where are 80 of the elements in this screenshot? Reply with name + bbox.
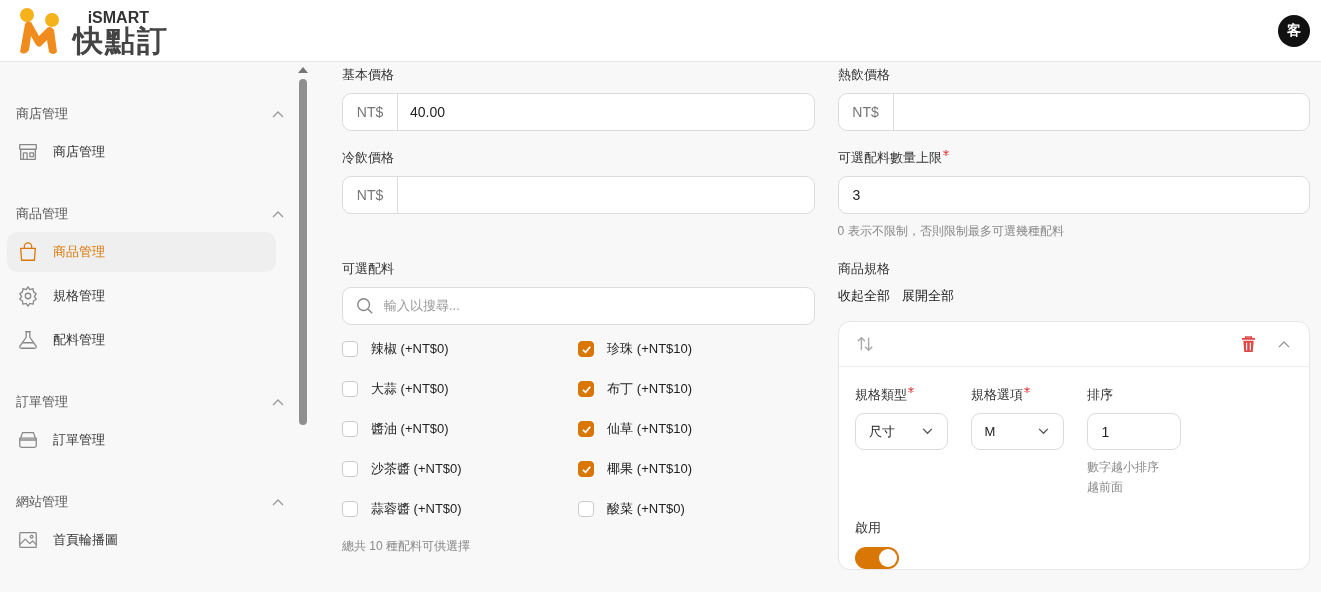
required-asterisk-icon [907,387,914,393]
dropdown[interactable]: M [970,413,1064,450]
brand-subtitle: iSMART [87,9,149,26]
price-field[interactable]: NT$ [837,93,1310,131]
sort-arrows-icon[interactable] [855,335,874,353]
topping-label[interactable]: 布丁 (+NT$10) [607,380,693,398]
topping-label[interactable]: 大蒜 (+NT$0) [371,380,449,398]
topping-label[interactable]: 酸菜 (+NT$0) [607,500,685,518]
scroll-up-icon[interactable] [298,67,308,73]
section-heading: 商品管理 [16,205,68,223]
nav-item[interactable]: 首頁輪播圖 [7,520,276,560]
topping-label[interactable]: 沙茶醬 (+NT$0) [371,460,462,478]
topping-count: 總共 10 種配料可供選擇 [342,538,470,555]
topping-label[interactable]: 辣椒 (+NT$0) [371,340,449,358]
checkmark-icon [580,343,592,355]
text-link[interactable]: 收起全部 [837,287,890,305]
checkbox[interactable] [342,341,358,357]
chevron-icon[interactable] [272,110,284,118]
checkbox[interactable] [342,461,358,477]
flask-icon [17,329,39,351]
checkbox[interactable] [578,341,595,357]
brand-name: 快點訂 [73,25,169,56]
checkmark-icon [580,383,592,395]
field-label: 熱飲價格 [837,66,890,84]
scrollbar-thumb[interactable] [299,79,307,425]
field-label: 可選配料 [342,260,394,278]
checkbox[interactable] [342,421,358,437]
chevron-down-icon [921,428,933,435]
topping-label[interactable]: 仙草 (+NT$10) [607,420,693,438]
search-icon [356,297,374,315]
field-hint: 0 表示不限制，否則限制最多可選幾種配料 [837,223,1064,240]
checkbox[interactable] [342,381,358,397]
storefront-icon [17,141,39,163]
chevron-icon[interactable] [272,210,284,218]
sort-order-field[interactable]: 1 [1086,413,1181,450]
field-label: 商品規格 [837,260,890,278]
text-link[interactable]: 展開全部 [901,287,954,305]
topping-label[interactable]: 蒜蓉醬 (+NT$0) [371,500,462,518]
field-label: 排序 [1086,386,1113,404]
image-icon [17,529,39,551]
topping-label[interactable]: 醬油 (+NT$0) [371,420,449,438]
checkbox[interactable] [578,421,595,437]
field-label: 可選配料數量上限 [837,149,942,167]
checkmark-icon [580,423,592,435]
number-field[interactable]: 3 [837,176,1310,214]
chevron-icon[interactable] [272,498,284,506]
shopping-bag-icon [17,241,39,263]
nav-item[interactable]: 商店管理 [7,132,276,172]
section-heading: 商店管理 [16,105,68,123]
nav-item[interactable]: 配料管理 [7,320,276,360]
nav-item[interactable]: 訂單管理 [7,420,276,460]
gear-icon [17,285,39,307]
section-heading: 網站管理 [16,493,68,511]
field-label: 冷飲價格 [342,149,394,167]
topping-label[interactable]: 珍珠 (+NT$10) [607,340,693,358]
required-asterisk-icon [1023,387,1030,393]
price-field[interactable]: NT$ 40.00 [342,93,815,131]
required-asterisk-icon [942,150,949,156]
toggle-switch[interactable] [854,547,899,569]
checkbox[interactable] [342,501,358,517]
field-label: 規格類型 [854,386,907,404]
dropdown[interactable]: 尺寸 [854,413,948,450]
field-label: 基本價格 [342,66,394,84]
tray-icon [17,429,39,451]
field-label: 啟用 [854,519,881,537]
trash-icon[interactable] [1241,335,1256,353]
chevron-icon[interactable] [1278,340,1290,348]
field-hint: 數字越小排序越前面 [1086,459,1160,496]
price-field[interactable]: NT$ [342,176,815,214]
nav-item[interactable]: 規格管理 [7,276,276,316]
section-heading: 訂單管理 [16,393,68,411]
checkbox[interactable] [578,381,595,397]
checkmark-icon [580,463,592,475]
checkbox[interactable] [578,461,595,477]
topping-label[interactable]: 椰果 (+NT$10) [607,460,693,478]
field-label: 規格選項 [970,386,1023,404]
user-avatar[interactable]: 客 [1278,14,1310,47]
chevron-icon[interactable] [272,398,284,406]
checkbox[interactable] [578,501,595,517]
chevron-down-icon [1037,428,1049,435]
